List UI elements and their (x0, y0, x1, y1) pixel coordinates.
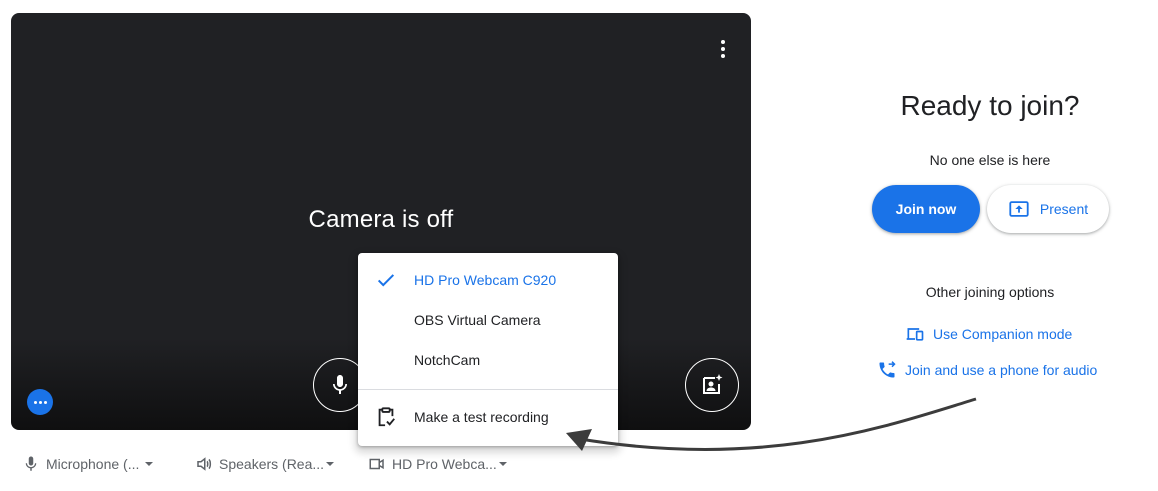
present-button-label: Present (1039, 201, 1089, 217)
annotation-arrow (566, 397, 977, 451)
participants-status: No one else is here (929, 152, 1051, 168)
join-now-button[interactable]: Join now (872, 185, 980, 233)
camera-off-label: Camera is off (308, 206, 454, 233)
companion-mode-link[interactable]: Use Companion mode (905, 324, 1072, 344)
present-to-all-icon (1009, 201, 1029, 217)
camera-select[interactable]: HD Pro Webca... (368, 452, 507, 476)
menu-item-label: OBS Virtual Camera (414, 312, 541, 328)
menu-item-obs-virtual-camera[interactable]: OBS Virtual Camera (358, 300, 618, 340)
microphone-icon (25, 456, 37, 471)
menu-item-hd-pro-webcam[interactable]: HD Pro Webcam C920 (358, 260, 618, 300)
microphone-select[interactable]: Microphone (... (22, 452, 154, 476)
menu-item-label: NotchCam (414, 352, 481, 368)
phone-audio-label: Join and use a phone for audio (905, 362, 1098, 378)
videocam-icon (369, 458, 384, 470)
more-horiz-icon[interactable] (27, 389, 53, 415)
phone-forwarded-icon (879, 361, 896, 378)
page-title: Ready to join? (900, 90, 1080, 121)
companion-mode-label: Use Companion mode (933, 326, 1073, 342)
menu-item-label: HD Pro Webcam C920 (414, 272, 557, 288)
chevron-down-icon (498, 462, 507, 466)
chevron-down-icon (326, 462, 335, 466)
more-vert-icon[interactable] (711, 37, 735, 61)
chevron-down-icon (145, 462, 154, 466)
camera-select-label: HD Pro Webca... (392, 456, 497, 472)
menu-divider (358, 389, 618, 390)
devices-icon (906, 328, 924, 341)
speakers-select-label: Speakers (Rea... (219, 456, 325, 472)
visual-effects-icon (703, 374, 723, 394)
speaker-icon (197, 457, 212, 471)
menu-item-label: Make a test recording (414, 409, 549, 425)
other-options-heading: Other joining options (925, 284, 1055, 300)
check-icon (374, 268, 398, 292)
speakers-select[interactable]: Speakers (Rea... (195, 452, 335, 476)
microphone-select-label: Microphone (... (46, 456, 140, 472)
clipboard-check-icon (374, 405, 398, 429)
menu-item-notchcam[interactable]: NotchCam (358, 340, 618, 380)
microphone-icon (333, 375, 347, 394)
present-button[interactable]: Present (987, 185, 1109, 233)
phone-audio-link[interactable]: Join and use a phone for audio (877, 360, 1097, 380)
